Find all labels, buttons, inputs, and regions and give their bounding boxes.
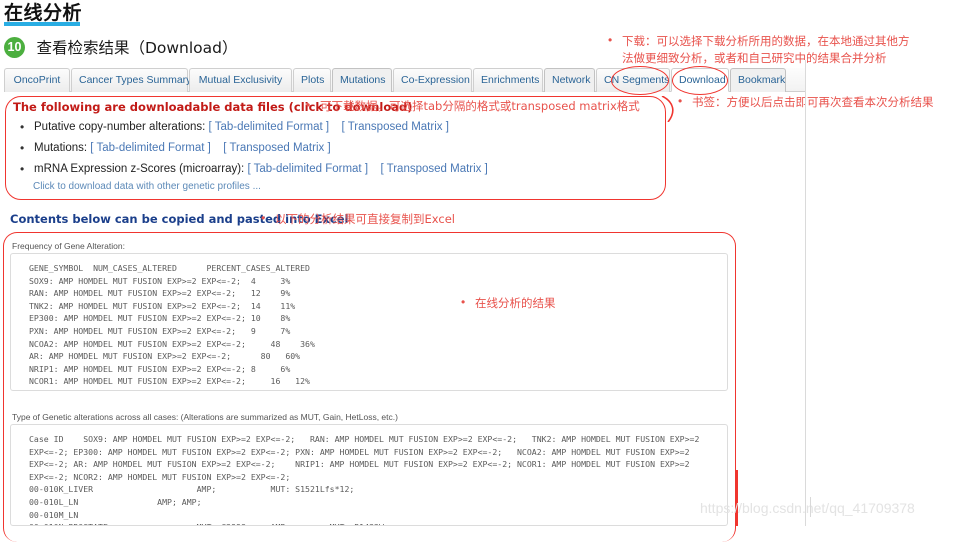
- tab-plots[interactable]: Plots: [293, 68, 331, 92]
- step-number-badge: 10: [4, 36, 25, 58]
- type-box-caption: Type of Genetic alterations across all c…: [12, 412, 398, 422]
- download-link-mrna-transposed-matrix[interactable]: [ Transposed Matrix ]: [380, 163, 487, 175]
- annotation-circle-bookmark-tab: [672, 66, 728, 95]
- tab-cancer-types-summary[interactable]: Cancer Types Summary: [71, 68, 191, 92]
- download-item-cna-label: Putative copy-number alterations:: [34, 121, 206, 133]
- annotation-text-excel: 以下的分析结果可直接复制到Excel: [275, 212, 455, 226]
- annotation-text-bookmark: 书签：方便以后点击即可再次查看本次分析结果: [692, 95, 934, 109]
- download-link-mrna-tab-delimited[interactable]: [ Tab-delimited Format ]: [247, 163, 368, 175]
- download-link-cna-transposed-matrix[interactable]: [ Transposed Matrix ]: [342, 121, 449, 133]
- download-item-cna: Putative copy-number alterations: [ Tab-…: [20, 120, 449, 134]
- tab-network[interactable]: Network: [544, 68, 595, 92]
- annotation-bullet-excel: •: [261, 211, 266, 225]
- download-link-cna-tab-delimited[interactable]: [ Tab-delimited Format ]: [209, 121, 330, 133]
- annotation-bullet-formats: •: [306, 98, 311, 112]
- tab-co-expression[interactable]: Co-Expression: [393, 68, 472, 92]
- download-other-profiles-link[interactable]: Click to download data with other geneti…: [33, 181, 261, 192]
- step-heading-row: 10 查看检索结果（Download）: [4, 36, 238, 62]
- download-link-mutations-transposed-matrix[interactable]: [ Transposed Matrix ]: [223, 142, 330, 154]
- page-right-divider: [805, 60, 806, 526]
- download-item-mrna-label: mRNA Expression z-Scores (microarray):: [34, 163, 245, 175]
- type-of-genetic-alterations-textarea[interactable]: Case ID SOX9: AMP HOMDEL MUT FUSION EXP>…: [10, 424, 728, 526]
- annotation-bullet-bookmark: •: [678, 94, 683, 108]
- annotation-text-download: 下载：可以选择下载分析所用的数据，在本地通过其他方 法做更细致分析，或者和自己研…: [622, 34, 910, 65]
- frequency-of-gene-alteration-textarea[interactable]: GENE_SYMBOL NUM_CASES_ALTERED PERCENT_CA…: [10, 253, 728, 391]
- watermark-tick-mark: [810, 497, 811, 517]
- tab-bookmark[interactable]: Bookmark: [730, 68, 786, 92]
- annotation-bullet-download: •: [608, 33, 613, 47]
- tab-mutations[interactable]: Mutations: [332, 68, 392, 92]
- annotation-circle-download-tab: [611, 66, 669, 95]
- annotation-text-formats: 可下载数据，可选择tab分隔的格式或transposed matrix格式: [320, 99, 640, 113]
- annotation-text-online-result: 在线分析的结果: [475, 296, 556, 310]
- tab-mutual-exclusivity[interactable]: Mutual Exclusivity: [189, 68, 292, 92]
- annotation-frame-right-tail: [736, 470, 738, 526]
- title-underline-rule: [4, 22, 80, 26]
- frequency-box-caption: Frequency of Gene Alteration:: [12, 241, 125, 251]
- download-item-mutations: Mutations: [ Tab-delimited Format ] [ Tr…: [20, 141, 331, 155]
- watermark-text: https://blog.csdn.net/qq_41709378: [700, 500, 915, 516]
- tab-enrichments[interactable]: Enrichments: [473, 68, 543, 92]
- tab-oncoprint[interactable]: OncoPrint: [4, 68, 70, 92]
- download-item-mrna: mRNA Expression z-Scores (microarray): […: [20, 162, 488, 176]
- step-heading-label: 查看检索结果（Download）: [36, 39, 238, 57]
- download-link-mutations-tab-delimited[interactable]: [ Tab-delimited Format ]: [90, 142, 211, 154]
- download-item-mutations-label: Mutations:: [34, 142, 88, 154]
- annotation-bullet-online-result: •: [461, 295, 466, 309]
